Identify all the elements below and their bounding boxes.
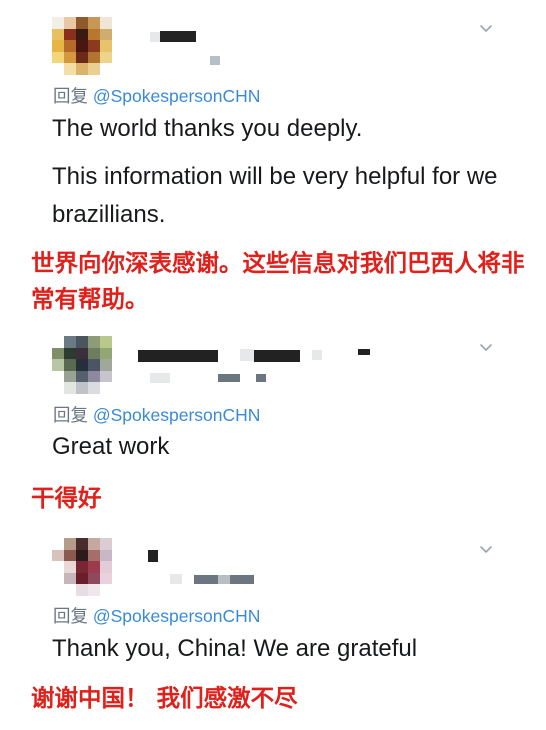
redacted-display-name [240, 349, 254, 361]
translation-caption: 干得好 [31, 484, 102, 512]
avatar-blurred[interactable] [52, 336, 124, 394]
chevron-down-icon[interactable] [479, 542, 493, 556]
tweet-text: Thank you, China! We are grateful [52, 630, 512, 668]
tweet-paragraph: This information will be very helpful fo… [52, 163, 498, 228]
reply-label: 回复 [53, 405, 88, 425]
avatar-blurred[interactable] [52, 538, 124, 596]
reply-thread: 回复 @SpokespersonCHN The world thanks you… [0, 0, 546, 730]
redacted-username [170, 574, 182, 584]
reply-label: 回复 [53, 86, 88, 106]
redacted-username [230, 575, 254, 584]
replying-to-line: 回复 @SpokespersonCHN [53, 83, 260, 108]
translation-caption: 世界向你深表感谢。这些信息对我们巴西人将非常有帮助。 [31, 249, 525, 313]
replying-to-line: 回复 @SpokespersonCHN [53, 603, 260, 628]
avatar-blurred[interactable] [52, 17, 124, 75]
redacted-username [218, 374, 240, 382]
translation-caption: 谢谢中国！ 我们感激不尽 [31, 684, 298, 712]
tweet-text: The world thanks you deeply. This inform… [52, 110, 512, 234]
mention-link[interactable]: @SpokespersonCHN [93, 86, 261, 106]
tweet-paragraph: Thank you, China! We are grateful [52, 635, 418, 662]
mention-link[interactable]: @SpokespersonCHN [93, 606, 261, 626]
redacted-display-name [358, 349, 370, 355]
tweet-paragraph: The world thanks you deeply. [52, 115, 363, 142]
tweet-paragraph: Great work [52, 433, 170, 460]
reply-label: 回复 [53, 606, 88, 626]
chevron-down-icon[interactable] [479, 340, 493, 354]
redacted-username [210, 56, 220, 65]
redacted-username [256, 374, 266, 382]
redacted-display-name [160, 31, 196, 42]
redacted-display-name [150, 32, 160, 42]
reply-tweet-1[interactable]: 回复 @SpokespersonCHN The world thanks you… [0, 0, 546, 320]
redacted-display-name [138, 350, 218, 362]
redacted-display-name [312, 350, 322, 360]
replying-to-line: 回复 @SpokespersonCHN [53, 402, 260, 427]
redacted-display-name [254, 350, 300, 362]
redacted-username [150, 373, 170, 383]
redacted-display-name [148, 550, 158, 562]
tweet-text: Great work [52, 428, 512, 466]
mention-link[interactable]: @SpokespersonCHN [93, 405, 261, 425]
redacted-username [194, 575, 218, 584]
chevron-down-icon[interactable] [479, 21, 493, 35]
redacted-username [218, 575, 230, 584]
